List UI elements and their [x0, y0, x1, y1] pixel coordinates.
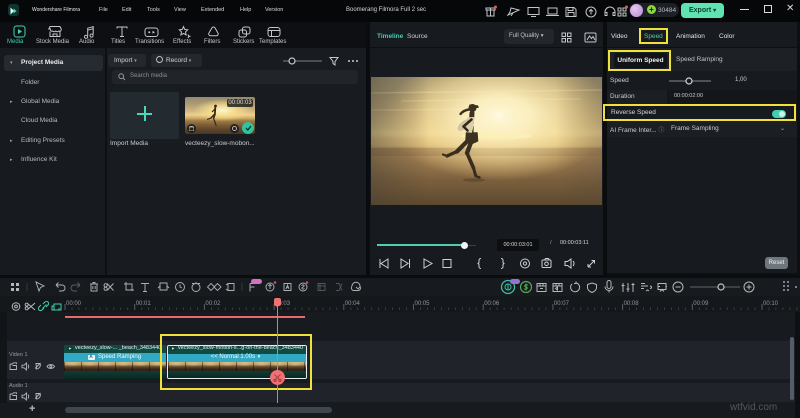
svg-text:00:01: 00:01: [136, 301, 152, 307]
svg-text:00:10: 00:10: [763, 301, 779, 307]
svg-text:00:08: 00:08: [624, 301, 640, 307]
svg-text:00:00: 00:00: [66, 301, 82, 307]
svg-text:00:04: 00:04: [345, 301, 361, 307]
svg-text:00:02: 00:02: [205, 301, 221, 307]
svg-text:00:06: 00:06: [484, 301, 500, 307]
svg-text:00:05: 00:05: [415, 301, 431, 307]
svg-text:00:09: 00:09: [693, 301, 709, 307]
svg-text:00:07: 00:07: [554, 301, 570, 307]
